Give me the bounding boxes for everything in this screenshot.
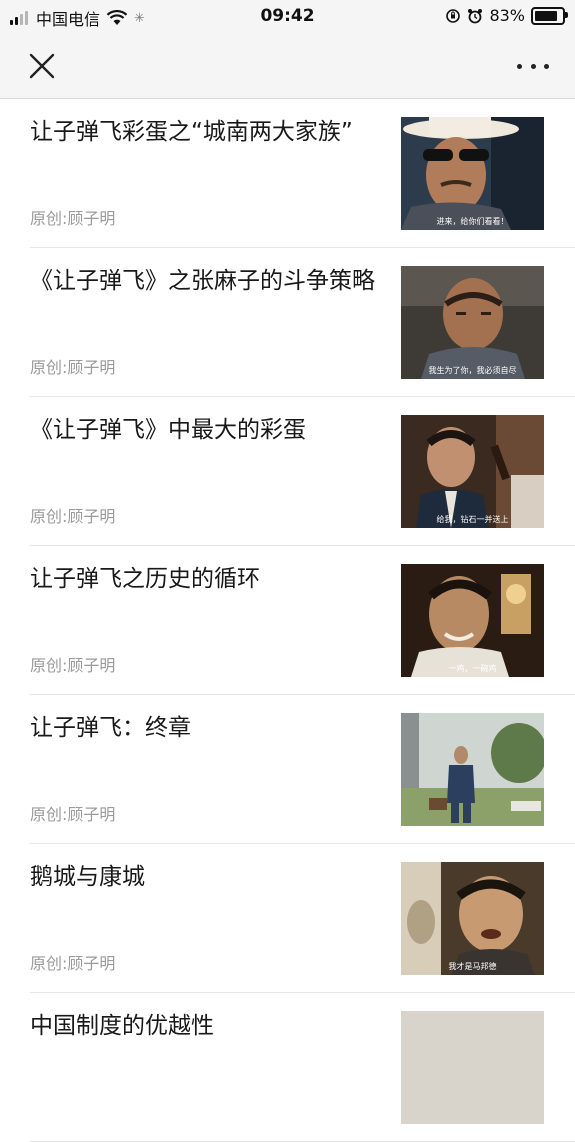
article-title: 中国制度的优越性: [30, 1013, 214, 1039]
article-author: 原创:顾子明: [30, 656, 116, 675]
article-thumbnail: 我生为了你，我必须自尽: [401, 266, 544, 379]
article-thumbnail: [401, 1011, 544, 1124]
article-item[interactable]: 让子弹飞之历史的循环 原创:顾子明 一鸡，一碗鸡: [30, 546, 575, 695]
article-item[interactable]: 中国制度的优越性: [30, 993, 575, 1142]
article-author: 原创:顾子明: [30, 954, 116, 973]
nav-bar: [0, 34, 575, 99]
article-item[interactable]: 让子弹飞：终章 原创:顾子明: [30, 695, 575, 844]
thumbnail-caption: 一鸡，一碗鸡: [448, 664, 497, 673]
article-title: 《让子弹飞》中最大的彩蛋: [30, 417, 306, 443]
article-author: 原创:顾子明: [30, 358, 116, 377]
article-item[interactable]: 《让子弹飞》中最大的彩蛋 原创:顾子明 给我，钻石一并送上: [30, 397, 575, 546]
article-thumbnail: 一鸡，一碗鸡: [401, 564, 544, 677]
thumbnail-caption: 给我，钻石一并送上: [436, 515, 509, 524]
thumbnail-caption: 进来，给你们看看！: [436, 217, 509, 226]
article-author: 原创:顾子明: [30, 209, 116, 228]
battery-icon: [531, 6, 568, 25]
more-dot-icon: [517, 63, 522, 69]
article-thumbnail: 进来，给你们看看！: [401, 117, 544, 230]
article-author: 原创:顾子明: [30, 805, 116, 824]
close-icon: [29, 53, 55, 79]
article-item[interactable]: 让子弹飞彩蛋之“城南两大家族” 原创:顾子明 进来，给你们看看！: [30, 99, 575, 248]
article-title: 让子弹飞彩蛋之“城南两大家族”: [30, 119, 353, 145]
article-list: 让子弹飞彩蛋之“城南两大家族” 原创:顾子明 进来，给你们看看！ 《让子弹飞》之…: [0, 99, 575, 1142]
article-title: 让子弹飞：终章: [30, 715, 191, 741]
article-author: 原创:顾子明: [30, 507, 116, 526]
article-thumbnail: [401, 713, 544, 826]
more-dot-icon: [544, 63, 549, 69]
article-item[interactable]: 鹅城与康城 原创:顾子明 我才是马邦德: [30, 844, 575, 993]
article-thumbnail: 给我，钻石一并送上: [401, 415, 544, 528]
thumbnail-caption: 我才是马邦德: [448, 962, 497, 971]
thumbnail-caption: 我生为了你，我必须自尽: [428, 366, 517, 375]
status-bar: 中国电信 ✳ 09:42 83%: [0, 0, 575, 34]
article-thumbnail: 我才是马邦德: [401, 862, 544, 975]
close-button[interactable]: [28, 52, 56, 80]
article-title: 《让子弹飞》之张麻子的斗争策略: [30, 268, 375, 294]
alarm-icon: [468, 8, 483, 23]
status-right: 83%: [445, 6, 568, 25]
article-title: 鹅城与康城: [30, 864, 145, 890]
battery-percent: 83%: [489, 6, 525, 25]
orientation-lock-icon: [446, 8, 461, 23]
article-item[interactable]: 《让子弹飞》之张麻子的斗争策略 原创:顾子明 我生为了你，我必须自尽: [30, 248, 575, 397]
more-button[interactable]: [517, 56, 549, 76]
article-title: 让子弹飞之历史的循环: [30, 566, 260, 592]
more-dot-icon: [530, 63, 536, 69]
